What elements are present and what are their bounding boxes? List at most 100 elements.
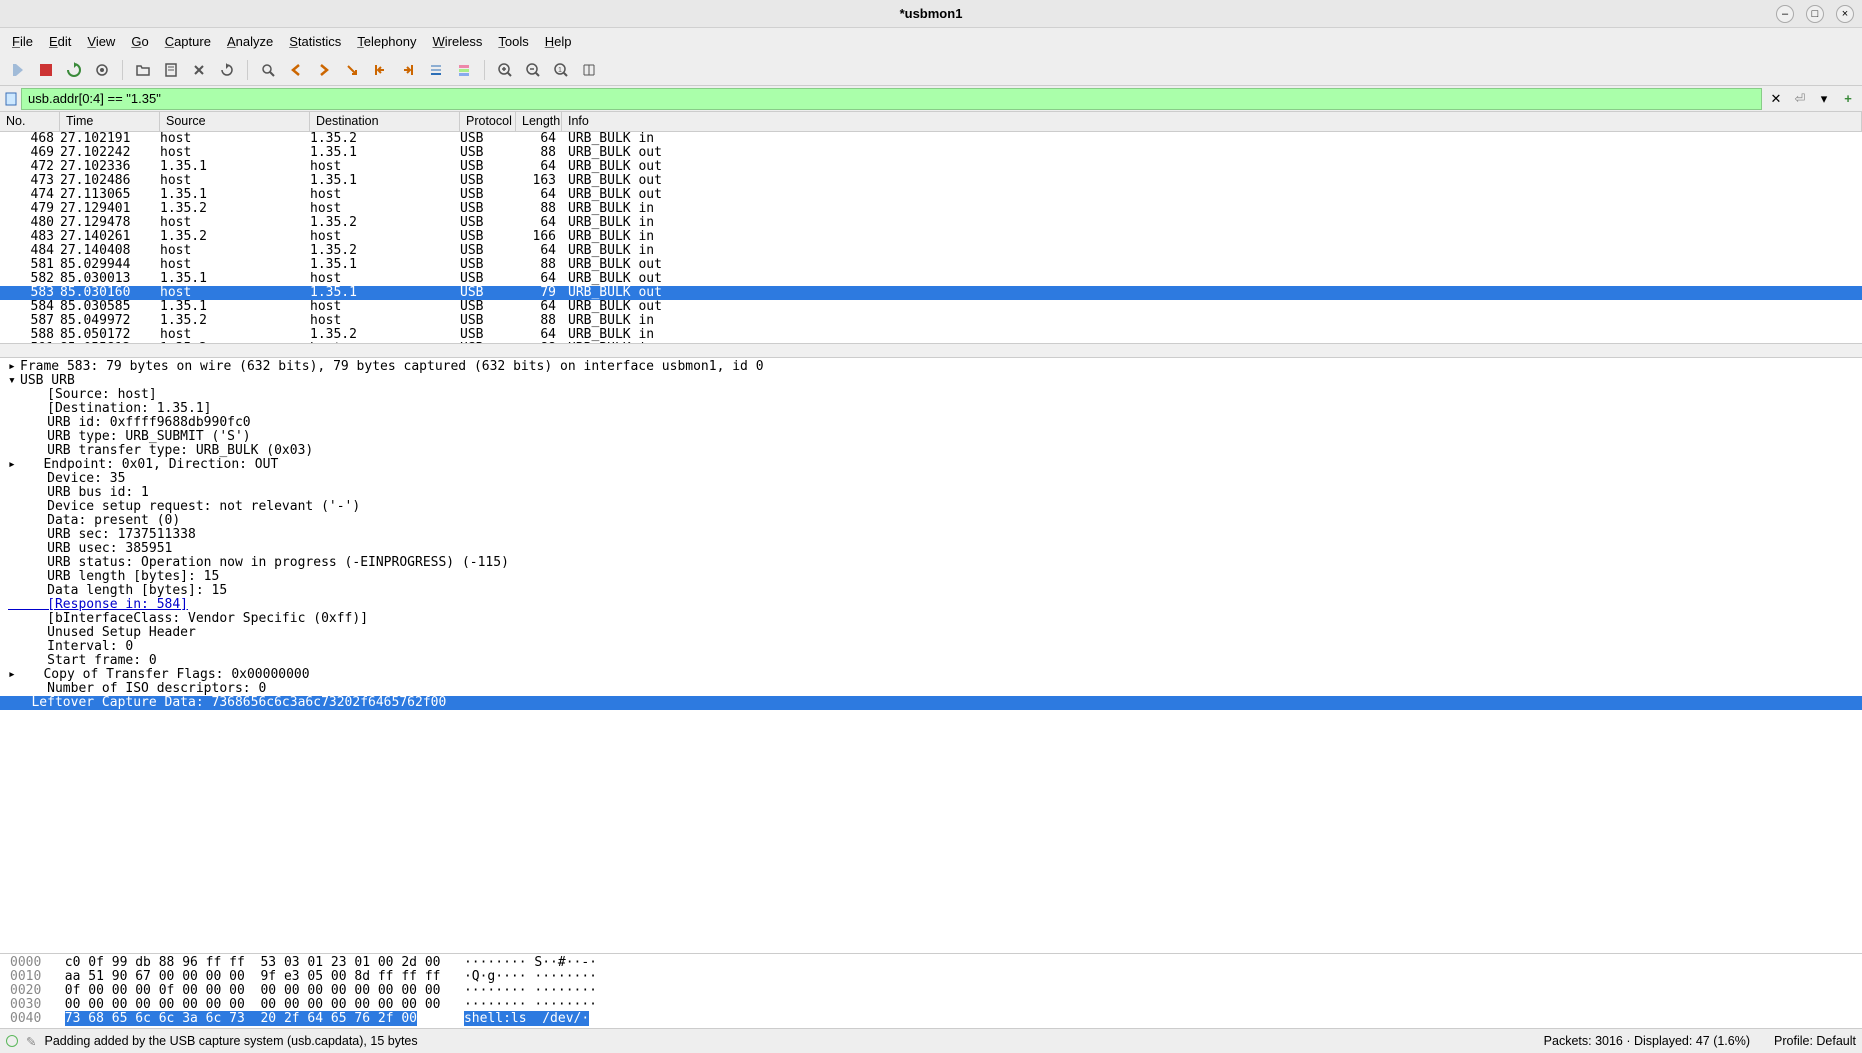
detail-line[interactable]: URB usec: 385951 — [0, 542, 1862, 556]
detail-line[interactable]: [Source: host] — [0, 388, 1862, 402]
menu-edit[interactable]: Edit — [41, 30, 79, 53]
detail-line[interactable]: URB length [bytes]: 15 — [0, 570, 1862, 584]
open-file-icon[interactable] — [131, 58, 155, 82]
detail-line[interactable]: [Response in: 584] — [0, 598, 1862, 612]
maximize-button[interactable]: □ — [1806, 5, 1824, 23]
detail-line[interactable]: URB id: 0xffff9688db990fc0 — [0, 416, 1862, 430]
packet-row[interactable]: 46827.102191host1.35.2USB64URB_BULK in — [0, 132, 1862, 146]
detail-line[interactable]: Device setup request: not relevant ('-') — [0, 500, 1862, 514]
packet-row[interactable]: 47227.1023361.35.1hostUSB64URB_BULK out — [0, 160, 1862, 174]
apply-filter-icon[interactable]: ⏎ — [1790, 89, 1810, 109]
menu-file[interactable]: File — [4, 30, 41, 53]
packet-row[interactable]: 58185.029944host1.35.1USB88URB_BULK out — [0, 258, 1862, 272]
col-time[interactable]: Time — [60, 112, 160, 131]
go-to-packet-icon[interactable] — [340, 58, 364, 82]
capture-file-properties-icon[interactable]: ✎ — [26, 1034, 36, 1049]
menu-capture[interactable]: Capture — [157, 30, 219, 53]
detail-line[interactable]: URB status: Operation now in progress (-… — [0, 556, 1862, 570]
detail-line[interactable]: Data length [bytes]: 15 — [0, 584, 1862, 598]
hex-row[interactable]: 0010 aa 51 90 67 00 00 00 00 9f e3 05 00… — [10, 970, 1852, 984]
detail-line[interactable]: Interval: 0 — [0, 640, 1862, 654]
col-protocol[interactable]: Protocol — [460, 112, 516, 131]
capture-options-icon[interactable] — [90, 58, 114, 82]
restart-capture-icon[interactable] — [62, 58, 86, 82]
detail-line[interactable]: URB bus id: 1 — [0, 486, 1862, 500]
menu-telephony[interactable]: Telephony — [349, 30, 424, 53]
hex-row[interactable]: 0000 c0 0f 99 db 88 96 ff ff 53 03 01 23… — [10, 956, 1852, 970]
packet-row[interactable]: 47927.1294011.35.2hostUSB88URB_BULK in — [0, 202, 1862, 216]
packet-row[interactable]: 58885.050172host1.35.2USB64URB_BULK in — [0, 328, 1862, 342]
col-source[interactable]: Source — [160, 112, 310, 131]
detail-line[interactable]: Data: present (0) — [0, 514, 1862, 528]
find-packet-icon[interactable] — [256, 58, 280, 82]
menu-help[interactable]: Help — [537, 30, 580, 53]
detail-line[interactable]: Device: 35 — [0, 472, 1862, 486]
detail-line[interactable]: [bInterfaceClass: Vendor Specific (0xff)… — [0, 612, 1862, 626]
menu-view[interactable]: View — [79, 30, 123, 53]
start-capture-icon[interactable] — [6, 58, 30, 82]
clear-filter-icon[interactable]: ✕ — [1766, 89, 1786, 109]
packet-row[interactable]: 47427.1130651.35.1hostUSB64URB_BULK out — [0, 188, 1862, 202]
resize-columns-icon[interactable] — [577, 58, 601, 82]
packet-row[interactable]: 58485.0305851.35.1hostUSB64URB_BULK out — [0, 300, 1862, 314]
display-filter-input[interactable] — [21, 88, 1762, 110]
filter-dropdown-icon[interactable]: ▾ — [1814, 89, 1834, 109]
detail-line[interactable]: Endpoint: 0x01, Direction: OUT — [0, 458, 1862, 472]
hex-row[interactable]: 0040 73 68 65 6c 6c 3a 6c 73 20 2f 64 65… — [10, 1012, 1852, 1026]
hex-row[interactable]: 0030 00 00 00 00 00 00 00 00 00 00 00 00… — [10, 998, 1852, 1012]
go-first-icon[interactable] — [368, 58, 392, 82]
go-last-icon[interactable] — [396, 58, 420, 82]
go-back-icon[interactable] — [284, 58, 308, 82]
packet-row[interactable]: 58285.0300131.35.1hostUSB64URB_BULK out — [0, 272, 1862, 286]
detail-line[interactable]: Number of ISO descriptors: 0 — [0, 682, 1862, 696]
menu-statistics[interactable]: Statistics — [281, 30, 349, 53]
detail-line[interactable]: Start frame: 0 — [0, 654, 1862, 668]
packet-list-hscroll[interactable] — [0, 343, 1862, 357]
packet-row[interactable]: 48427.140408host1.35.2USB64URB_BULK in — [0, 244, 1862, 258]
menu-analyze[interactable]: Analyze — [219, 30, 281, 53]
colorize-icon[interactable] — [452, 58, 476, 82]
reload-icon[interactable] — [215, 58, 239, 82]
detail-line[interactable]: Unused Setup Header — [0, 626, 1862, 640]
zoom-out-icon[interactable] — [521, 58, 545, 82]
packet-row[interactable]: 48327.1402611.35.2hostUSB166URB_BULK in — [0, 230, 1862, 244]
col-no[interactable]: No. — [0, 112, 60, 131]
packet-details-pane[interactable]: Frame 583: 79 bytes on wire (632 bits), … — [0, 358, 1862, 954]
detail-line[interactable]: URB sec: 1737511338 — [0, 528, 1862, 542]
detail-line[interactable]: URB transfer type: URB_BULK (0x03) — [0, 444, 1862, 458]
save-file-icon[interactable] — [159, 58, 183, 82]
zoom-in-icon[interactable] — [493, 58, 517, 82]
packet-row[interactable]: 46927.102242host1.35.1USB88URB_BULK out — [0, 146, 1862, 160]
status-profile[interactable]: Profile: Default — [1774, 1034, 1856, 1048]
hex-row[interactable]: 0020 0f 00 00 00 0f 00 00 00 00 00 00 00… — [10, 984, 1852, 998]
col-destination[interactable]: Destination — [310, 112, 460, 131]
packet-row[interactable]: 58385.030160host1.35.1USB79URB_BULK out — [0, 286, 1862, 300]
menu-wireless[interactable]: Wireless — [425, 30, 491, 53]
go-forward-icon[interactable] — [312, 58, 336, 82]
menu-go[interactable]: Go — [123, 30, 156, 53]
detail-line[interactable]: URB type: URB_SUBMIT ('S') — [0, 430, 1862, 444]
packet-row[interactable]: 58785.0499721.35.2hostUSB88URB_BULK in — [0, 314, 1862, 328]
packet-list-body[interactable]: 46827.102191host1.35.2USB64URB_BULK in46… — [0, 132, 1862, 343]
close-file-icon[interactable] — [187, 58, 211, 82]
detail-line[interactable]: USB URB — [0, 374, 1862, 388]
packet-bytes-pane[interactable]: 0000 c0 0f 99 db 88 96 ff ff 53 03 01 23… — [0, 954, 1862, 1029]
detail-line[interactable]: [Destination: 1.35.1] — [0, 402, 1862, 416]
detail-line[interactable]: Copy of Transfer Flags: 0x00000000 — [0, 668, 1862, 682]
packet-row[interactable]: 48027.129478host1.35.2USB64URB_BULK in — [0, 216, 1862, 230]
zoom-reset-icon[interactable]: 1 — [549, 58, 573, 82]
minimize-button[interactable]: ‒ — [1776, 5, 1794, 23]
bookmark-filter-icon[interactable] — [4, 92, 18, 106]
expert-info-icon[interactable] — [6, 1035, 18, 1047]
menu-tools[interactable]: Tools — [490, 30, 536, 53]
stop-capture-icon[interactable] — [34, 58, 58, 82]
col-info[interactable]: Info — [562, 112, 1862, 131]
close-button[interactable]: × — [1836, 5, 1854, 23]
col-length[interactable]: Length — [516, 112, 562, 131]
add-filter-button-icon[interactable]: + — [1838, 89, 1858, 109]
detail-line[interactable]: Frame 583: 79 bytes on wire (632 bits), … — [0, 360, 1862, 374]
packet-list-pane: No. Time Source Destination Protocol Len… — [0, 112, 1862, 358]
auto-scroll-icon[interactable] — [424, 58, 448, 82]
detail-line[interactable]: Leftover Capture Data: 7368656c6c3a6c732… — [0, 696, 1862, 710]
packet-row[interactable]: 47327.102486host1.35.1USB163URB_BULK out — [0, 174, 1862, 188]
